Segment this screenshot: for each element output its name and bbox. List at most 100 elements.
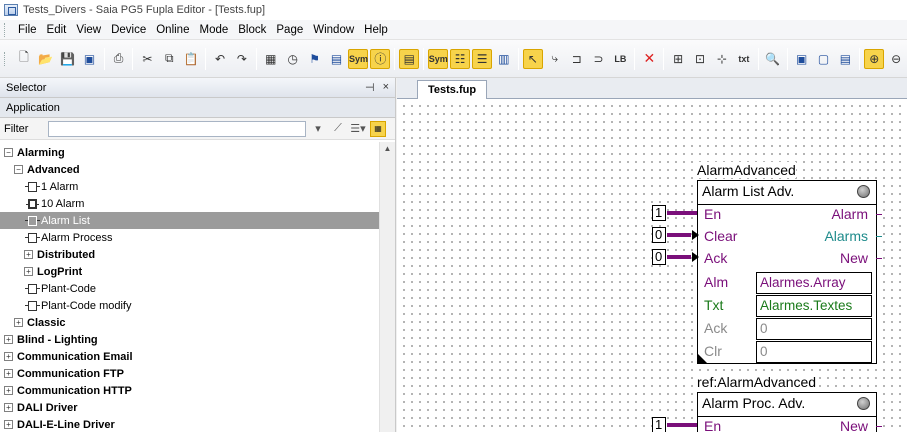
- filter-clear-icon[interactable]: ⟋: [330, 121, 346, 137]
- undo-icon[interactable]: ↶: [210, 49, 230, 69]
- param-txt-value[interactable]: Alarmes.Textes: [756, 295, 872, 317]
- collapse-icon[interactable]: −: [4, 148, 13, 157]
- monitor-icon[interactable]: ▤: [327, 49, 347, 69]
- close-icon[interactable]: ×: [383, 81, 389, 94]
- expand-icon[interactable]: +: [4, 403, 13, 412]
- filter-dropdown-icon[interactable]: ▾: [310, 121, 326, 137]
- expand-icon[interactable]: +: [4, 369, 13, 378]
- tree-item[interactable]: Plant-Code modify: [0, 297, 380, 314]
- output-pin[interactable]: [876, 236, 882, 237]
- const-input-en[interactable]: 1: [652, 417, 666, 432]
- layout-icon[interactable]: ▥: [494, 49, 514, 69]
- new-icon[interactable]: 🗋: [14, 49, 34, 69]
- list-icon[interactable]: ☰: [472, 48, 493, 69]
- const-input-ack[interactable]: 0: [652, 249, 666, 265]
- tree-item[interactable]: Alarm List: [0, 212, 380, 229]
- fupla-canvas[interactable]: AlarmAdvanced Alarm List Adv. En Clear A…: [397, 99, 907, 432]
- copy-icon[interactable]: ⧉: [159, 49, 179, 69]
- expand-icon[interactable]: +: [14, 318, 23, 327]
- expand-icon[interactable]: +: [24, 250, 33, 259]
- menu-view[interactable]: View: [71, 21, 106, 39]
- page-icon[interactable]: ▣: [792, 49, 812, 69]
- zoom-out-icon[interactable]: ⊖: [886, 49, 906, 69]
- print-icon[interactable]: ⎙: [109, 49, 129, 69]
- tree-item[interactable]: + Distributed: [0, 246, 380, 263]
- tree-item[interactable]: + LogPrint: [0, 263, 380, 280]
- tree-item[interactable]: + DALI-E-Line Driver: [0, 416, 380, 432]
- tree-item[interactable]: + Classic: [0, 314, 380, 331]
- menu-mode[interactable]: Mode: [194, 21, 233, 39]
- expand-icon[interactable]: +: [4, 420, 13, 429]
- expand-icon[interactable]: +: [4, 352, 13, 361]
- page-list-icon[interactable]: ▤: [835, 49, 855, 69]
- param-ack-value[interactable]: 0: [756, 318, 872, 340]
- paste-icon[interactable]: 📋: [181, 49, 201, 69]
- mark-icon[interactable]: ⚑: [305, 49, 325, 69]
- const-input-clear[interactable]: 0: [652, 227, 666, 243]
- pointer-icon[interactable]: ↖: [522, 48, 543, 69]
- calendar-icon[interactable]: ▦: [261, 49, 281, 69]
- tree-item[interactable]: + Blind - Lighting: [0, 331, 380, 348]
- tree-item[interactable]: + Communication HTTP: [0, 382, 380, 399]
- wire-ack[interactable]: [667, 255, 691, 259]
- page-new-icon[interactable]: ▢: [814, 49, 834, 69]
- pin-icon[interactable]: ⊣: [365, 81, 375, 94]
- block-line-icon[interactable]: ⊃: [589, 49, 609, 69]
- save-all-icon[interactable]: ▣: [80, 49, 100, 69]
- text-icon[interactable]: txt: [734, 49, 754, 69]
- tree-item[interactable]: − Alarming: [0, 144, 380, 161]
- redo-icon[interactable]: ↷: [232, 49, 252, 69]
- expand-icon[interactable]: +: [4, 386, 13, 395]
- menu-help[interactable]: Help: [359, 21, 393, 39]
- lb-icon[interactable]: LB: [610, 49, 630, 69]
- tree-item[interactable]: + Communication FTP: [0, 365, 380, 382]
- tree-item[interactable]: 10 Alarm: [0, 195, 380, 212]
- menu-block[interactable]: Block: [233, 21, 271, 39]
- tree-item[interactable]: − Advanced: [0, 161, 380, 178]
- fbox-alarm-proc-adv[interactable]: Alarm Proc. Adv. En New: [697, 392, 882, 432]
- zoom-icon[interactable]: 🔍: [763, 49, 783, 69]
- output-pin[interactable]: [876, 258, 882, 259]
- save-icon[interactable]: 💾: [58, 49, 78, 69]
- param-alm-value[interactable]: Alarmes.Array: [756, 272, 872, 294]
- filter-symbol-icon[interactable]: ▦: [370, 120, 386, 137]
- delete-icon[interactable]: ✕: [639, 49, 659, 69]
- tree-item[interactable]: + Communication Email: [0, 348, 380, 365]
- cut-icon[interactable]: ✂: [137, 49, 157, 69]
- clock-icon[interactable]: ◷: [283, 49, 303, 69]
- filter-input[interactable]: [48, 120, 306, 137]
- tree-scrollbar[interactable]: ▲: [379, 142, 395, 432]
- param-clr-value[interactable]: 0: [756, 341, 872, 363]
- output-pin[interactable]: [876, 426, 882, 427]
- menu-page[interactable]: Page: [271, 21, 308, 39]
- symbol-icon[interactable]: Sym: [348, 48, 369, 69]
- collapse-icon[interactable]: −: [14, 165, 23, 174]
- tab-application[interactable]: Application: [6, 102, 60, 114]
- sym-editor-icon[interactable]: Sym: [428, 48, 449, 69]
- menu-window[interactable]: Window: [308, 21, 359, 39]
- library-icon[interactable]: ☷: [450, 48, 471, 69]
- menu-online[interactable]: Online: [151, 21, 194, 39]
- menu-edit[interactable]: Edit: [42, 21, 72, 39]
- tree-item[interactable]: + DALI Driver: [0, 399, 380, 416]
- expand-icon[interactable]: +: [4, 335, 13, 344]
- filter-options-icon[interactable]: ☰▾: [350, 121, 366, 137]
- tree-item[interactable]: Plant-Code: [0, 280, 380, 297]
- fbox-alarm-list-adv[interactable]: Alarm List Adv. En Clear Ack Alarm Alarm…: [697, 180, 882, 364]
- expand-icon[interactable]: +: [24, 267, 33, 276]
- zoom-in-icon[interactable]: ⊕: [864, 48, 885, 69]
- wire-en[interactable]: [667, 423, 697, 427]
- insert-icon[interactable]: ⊞: [668, 49, 688, 69]
- align-icon[interactable]: ⊹: [712, 49, 732, 69]
- properties-icon[interactable]: ▤: [399, 48, 420, 69]
- line-icon[interactable]: ⊐: [567, 49, 587, 69]
- open-icon[interactable]: 📂: [36, 49, 56, 69]
- connect-icon[interactable]: ⤷: [545, 49, 565, 69]
- tab-tests-fup[interactable]: Tests.fup: [417, 80, 488, 99]
- wire-clear[interactable]: [667, 233, 691, 237]
- grid-icon[interactable]: ⊡: [690, 49, 710, 69]
- menu-file[interactable]: File: [13, 21, 42, 39]
- output-pin[interactable]: [876, 214, 882, 215]
- scroll-up-icon[interactable]: ▲: [380, 142, 395, 156]
- tree-item[interactable]: Alarm Process: [0, 229, 380, 246]
